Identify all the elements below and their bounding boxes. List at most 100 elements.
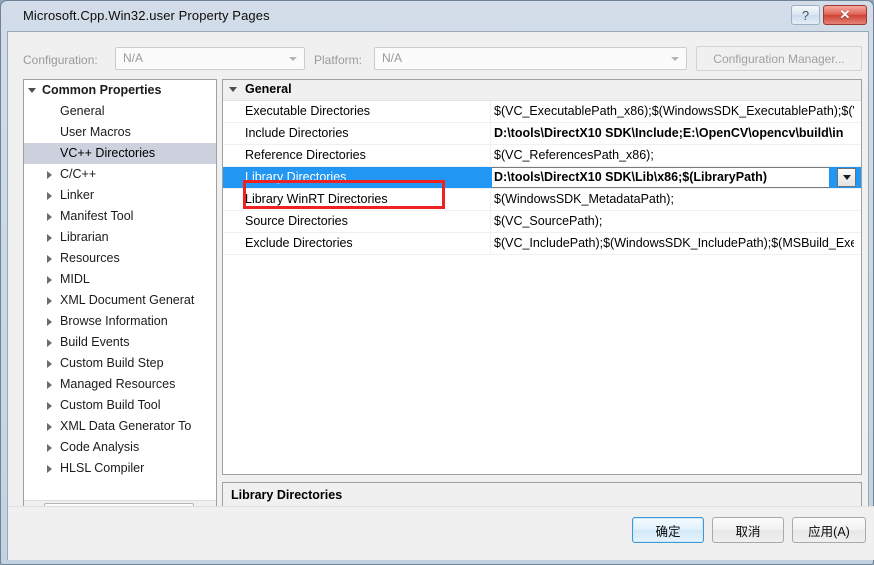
tree-item-common-properties[interactable]: Common Properties <box>24 80 216 101</box>
tree-item-label: User Macros <box>60 125 131 139</box>
dialog-button-bar: 确定 取消 应用(A) <box>8 506 874 560</box>
tree-item-label: XML Document Generat <box>60 293 195 307</box>
tree-item-label: Managed Resources <box>60 377 176 391</box>
tree-item-label: MIDL <box>60 272 90 286</box>
expander-closed-icon[interactable] <box>40 164 60 185</box>
help-button[interactable]: ? <box>791 5 820 25</box>
expander-closed-icon[interactable] <box>40 353 60 374</box>
dialog-body: Configuration: N/A Platform: N/A Configu… <box>7 31 874 560</box>
column-splitter[interactable] <box>490 233 491 254</box>
tree-item-label: Code Analysis <box>60 440 140 454</box>
expander-closed-icon[interactable] <box>40 290 60 311</box>
property-row[interactable]: Reference Directories $(VC_ReferencesPath… <box>223 145 861 167</box>
expander-icon[interactable] <box>229 87 237 92</box>
tree-item-label: Common Properties <box>42 83 162 97</box>
property-value: $(VC_ExecutablePath_x86);$(WindowsSDK_Ex… <box>494 104 854 118</box>
titlebar: Microsoft.Cpp.Win32.user Property Pages … <box>1 1 874 31</box>
chevron-down-icon <box>289 57 297 61</box>
expander-open-icon[interactable] <box>24 80 44 101</box>
column-splitter[interactable] <box>490 211 491 232</box>
tree-item-managed-resources[interactable]: Managed Resources <box>24 374 216 395</box>
property-value: $(WindowsSDK_MetadataPath); <box>494 192 674 206</box>
configuration-value: N/A <box>123 51 144 65</box>
tree-item-xml-data-generator-to[interactable]: XML Data Generator To <box>24 416 216 437</box>
column-splitter[interactable] <box>490 167 491 188</box>
property-row[interactable]: Library Directories D:\tools\DirectX10 SD… <box>223 167 861 189</box>
property-value: $(VC_ReferencesPath_x86); <box>494 148 654 162</box>
expander-closed-icon[interactable] <box>40 248 60 269</box>
property-name: Source Directories <box>245 214 348 228</box>
expander-closed-icon[interactable] <box>40 395 60 416</box>
tree-item-librarian[interactable]: Librarian <box>24 227 216 248</box>
column-splitter[interactable] <box>490 101 491 122</box>
tree-item-label: General <box>60 104 105 118</box>
property-row[interactable]: Library WinRT Directories $(WindowsSDK_Me… <box>223 189 861 211</box>
tree-item-browse-information[interactable]: Browse Information <box>24 311 216 332</box>
tree-item-label: Build Events <box>60 335 130 349</box>
tree-item-build-events[interactable]: Build Events <box>24 332 216 353</box>
tree-item-code-analysis[interactable]: Code Analysis <box>24 437 216 458</box>
property-grid-panel: General Executable Directories $(VC_Execu… <box>222 79 862 475</box>
tree-item-vc-directories[interactable]: VC++ Directories <box>24 143 216 164</box>
configuration-manager-button[interactable]: Configuration Manager... <box>696 46 862 71</box>
expander-closed-icon[interactable] <box>40 227 60 248</box>
configuration-combo[interactable]: N/A <box>115 47 305 70</box>
tree-item-linker[interactable]: Linker <box>24 185 216 206</box>
expander-closed-icon[interactable] <box>40 185 60 206</box>
apply-button[interactable]: 应用(A) <box>792 517 866 543</box>
property-tree-panel: Common Properties General User Macros VC++ … <box>23 79 217 522</box>
tree-item-hlsl-compiler[interactable]: HLSL Compiler <box>24 458 216 479</box>
description-title: Library Directories <box>231 488 343 502</box>
expander-closed-icon[interactable] <box>40 458 60 479</box>
expander-closed-icon[interactable] <box>40 206 60 227</box>
tree-item-c-c[interactable]: C/C++ <box>24 164 216 185</box>
expander-closed-icon[interactable] <box>40 374 60 395</box>
property-tree[interactable]: Common Properties General User Macros VC++ … <box>24 80 216 500</box>
tree-item-xml-document-generat[interactable]: XML Document Generat <box>24 290 216 311</box>
tree-item-general[interactable]: General <box>24 101 216 122</box>
property-value: $(VC_IncludePath);$(WindowsSDK_IncludePa… <box>494 236 854 250</box>
expander-closed-icon[interactable] <box>40 332 60 353</box>
expander-closed-icon[interactable] <box>40 269 60 290</box>
close-button[interactable]: ✕ <box>823 5 867 25</box>
ok-button[interactable]: 确定 <box>632 517 704 543</box>
tree-item-manifest-tool[interactable]: Manifest Tool <box>24 206 216 227</box>
column-splitter[interactable] <box>490 123 491 144</box>
property-row[interactable]: Source Directories $(VC_SourcePath); <box>223 211 861 233</box>
property-row[interactable]: Include Directories D:\tools\DirectX10 SD… <box>223 123 861 145</box>
property-name: Reference Directories <box>245 148 366 162</box>
column-splitter[interactable] <box>490 145 491 166</box>
property-pages-dialog: Microsoft.Cpp.Win32.user Property Pages … <box>0 0 874 565</box>
property-name: Library WinRT Directories <box>245 192 388 206</box>
property-row[interactable]: Exclude Directories $(VC_IncludePath);$(W… <box>223 233 861 255</box>
property-name: Exclude Directories <box>245 236 353 250</box>
property-name: Library Directories <box>245 170 347 184</box>
tree-item-user-macros[interactable]: User Macros <box>24 122 216 143</box>
tree-item-custom-build-tool[interactable]: Custom Build Tool <box>24 395 216 416</box>
tree-item-label: XML Data Generator To <box>60 419 192 433</box>
chevron-down-icon <box>671 57 679 61</box>
tree-item-label: Custom Build Step <box>60 356 164 370</box>
tree-item-label: HLSL Compiler <box>60 461 145 475</box>
tree-item-label: Browse Information <box>60 314 168 328</box>
tree-item-resources[interactable]: Resources <box>24 248 216 269</box>
property-group-header[interactable]: General <box>223 80 861 101</box>
property-group-label: General <box>245 82 292 96</box>
cancel-button[interactable]: 取消 <box>712 517 784 543</box>
expander-closed-icon[interactable] <box>40 311 60 332</box>
expander-closed-icon[interactable] <box>40 437 60 458</box>
tree-item-custom-build-step[interactable]: Custom Build Step <box>24 353 216 374</box>
property-row[interactable]: Executable Directories $(VC_ExecutablePat… <box>223 101 861 123</box>
expander-closed-icon[interactable] <box>40 416 60 437</box>
tree-item-label: Resources <box>60 251 120 265</box>
column-splitter[interactable] <box>490 189 491 210</box>
value-dropdown-button[interactable] <box>837 168 856 187</box>
tree-item-midl[interactable]: MIDL <box>24 269 216 290</box>
configuration-label: Configuration: <box>23 53 98 67</box>
tree-item-label: VC++ Directories <box>60 146 156 160</box>
property-value-editor[interactable]: D:\tools\DirectX10 SDK\Lib\x86;$(Library… <box>492 167 829 188</box>
platform-combo[interactable]: N/A <box>374 47 687 70</box>
